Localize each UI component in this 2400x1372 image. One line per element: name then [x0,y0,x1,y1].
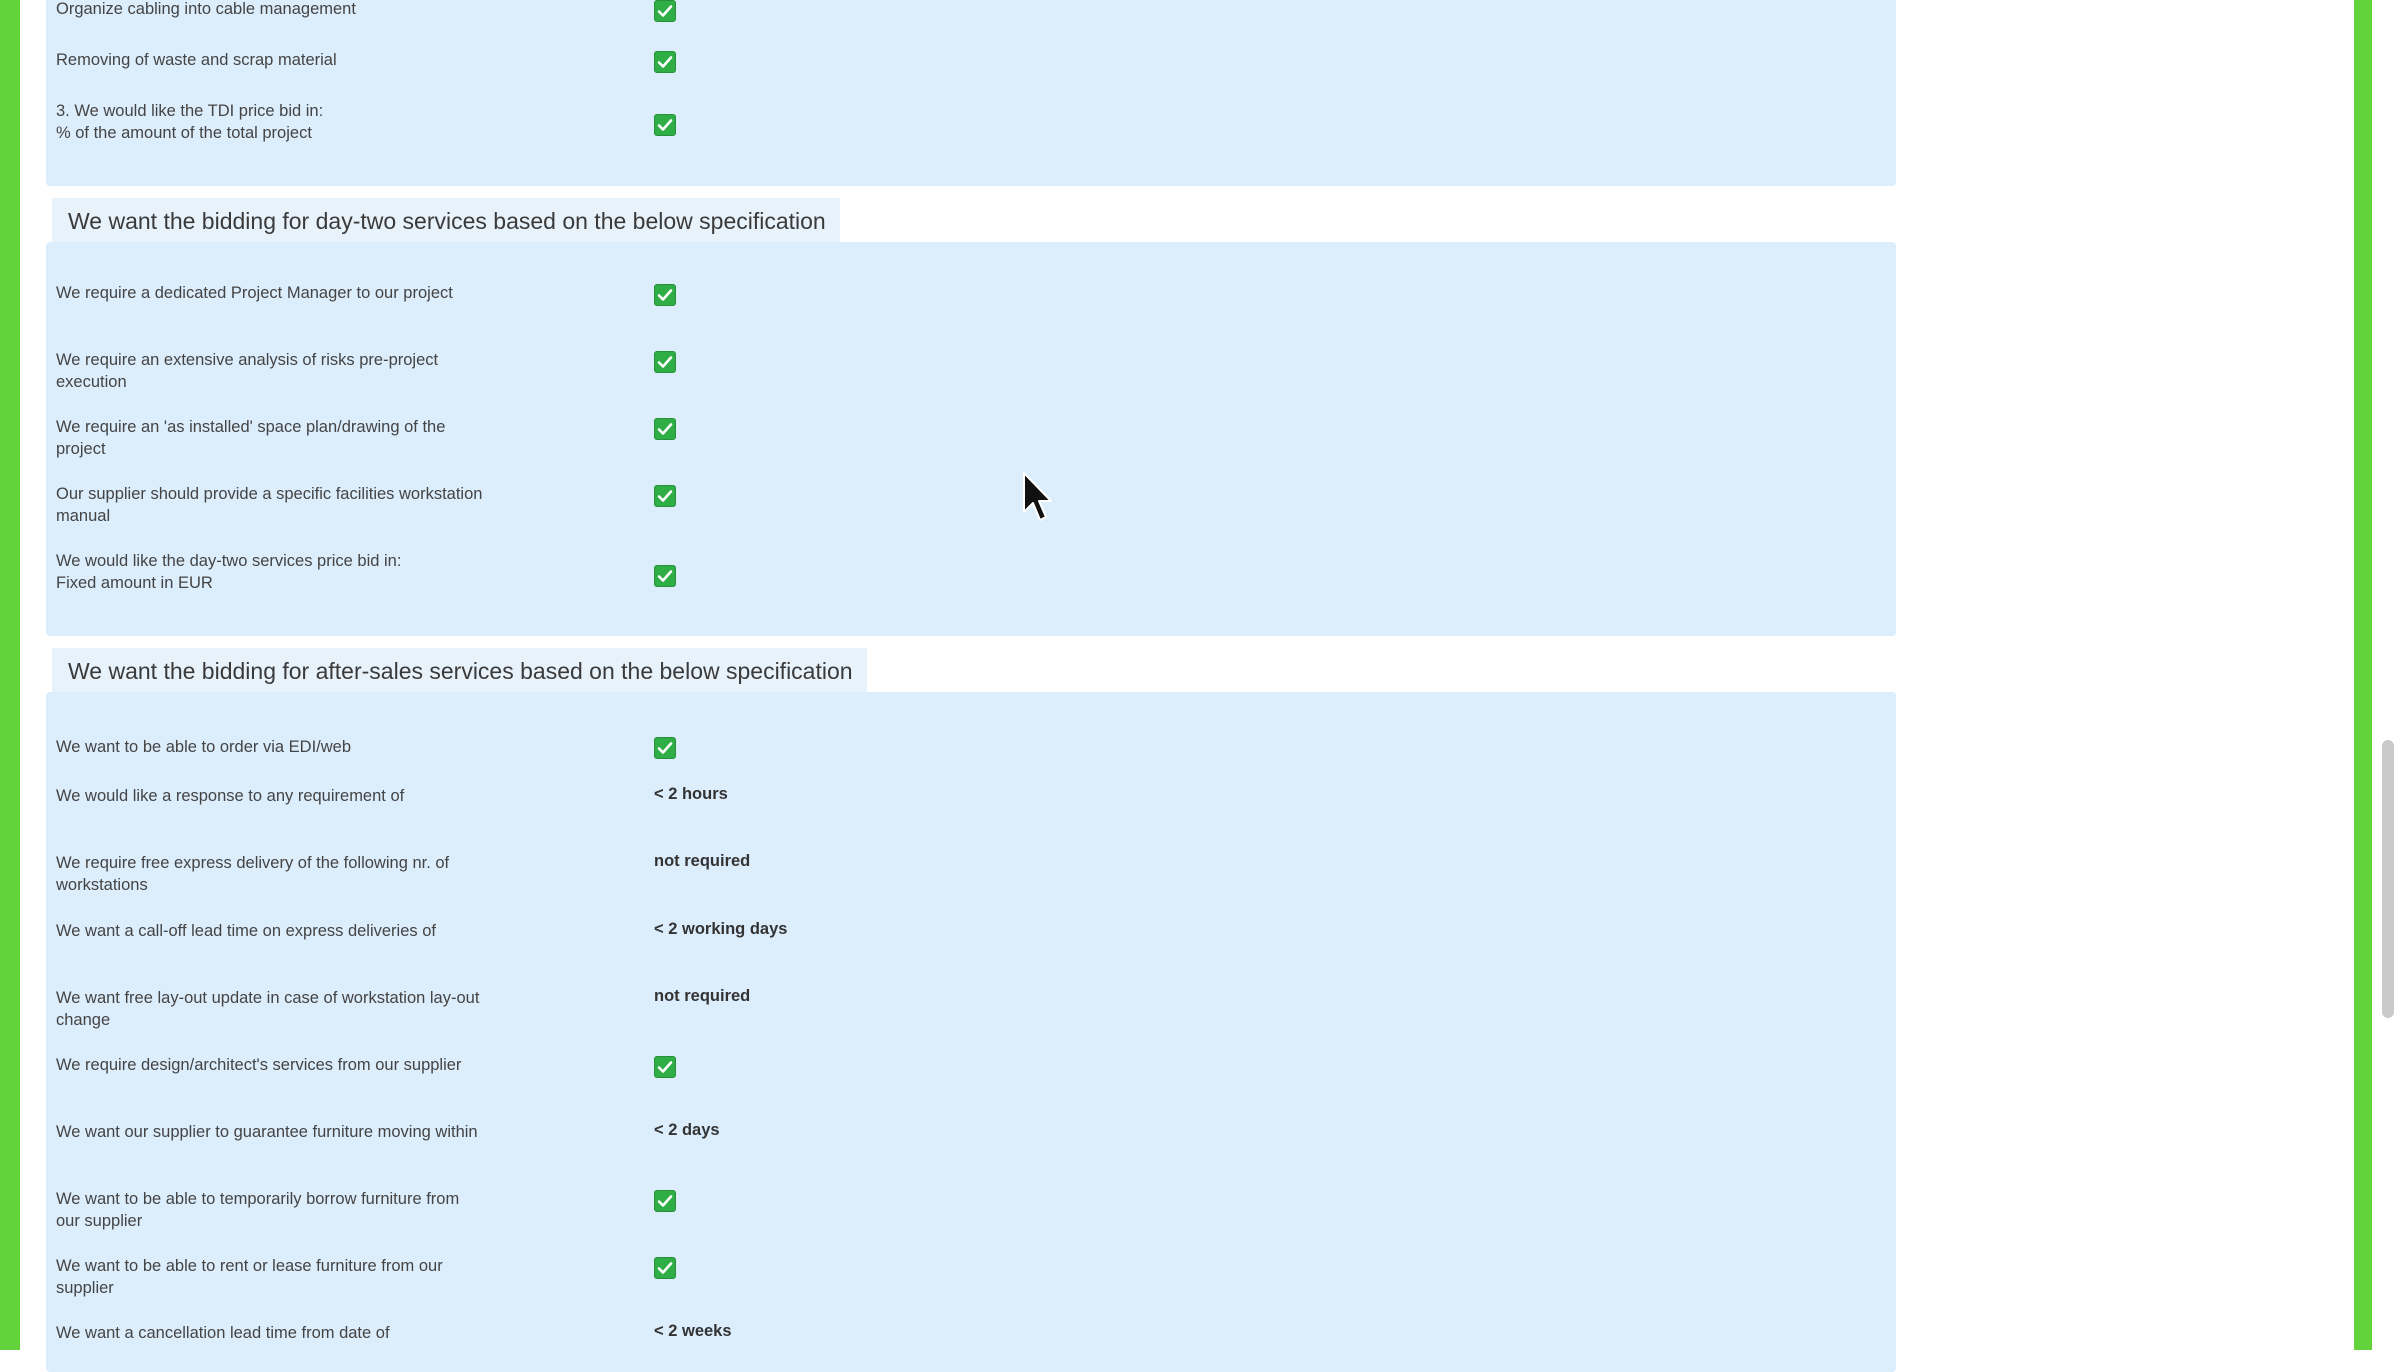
checkbox-checked[interactable] [654,565,676,587]
row-label: We would like the day-two services price… [56,552,402,592]
row-label: We want free lay-out update in case of w… [56,989,480,1029]
checkbox-checked[interactable] [654,485,676,507]
checkbox-checked[interactable] [654,1257,676,1279]
form-row: We want a cancellation lead time from da… [56,1322,1886,1368]
row-label: Removing of waste and scrap material [56,51,337,69]
checkmark-icon [657,56,673,68]
form-row: We would like a response to any requirem… [56,785,1886,831]
checkbox-checked[interactable] [654,1190,676,1212]
row-label: We require a dedicated Project Manager t… [56,284,453,302]
checkmark-icon [657,289,673,301]
row-label: We want to be able to temporarily borrow… [56,1190,460,1230]
row-label: We would like a response to any requirem… [56,787,405,805]
row-value: < 2 weeks [654,1322,732,1340]
row-label: We require free express delivery of the … [56,854,450,894]
mouse-cursor-icon [1023,472,1052,521]
checkbox-checked[interactable] [654,418,676,440]
checkmark-icon [657,119,673,131]
scrollbar-track[interactable] [2372,0,2400,1350]
form-row: 3. We would like the TDI price bid in: %… [56,100,1886,150]
row-label: We want to be able to order via EDI/web [56,738,352,756]
checkmark-icon [657,1061,673,1073]
section-title-after-sales: We want the bidding for after-sales serv… [52,648,867,694]
checkbox-checked[interactable] [654,114,676,136]
form-row: We want to be able to order via EDI/web [56,736,1886,762]
row-value: < 2 days [654,1121,720,1139]
row-value: < 2 working days [654,920,788,938]
tdi-panel: Organize cabling into cable management R… [46,0,1896,186]
checkmark-icon [657,1195,673,1207]
form-row: We want a call-off lead time on express … [56,920,1886,966]
checkmark-icon [657,5,673,17]
row-label: We want a cancellation lead time from da… [56,1324,390,1342]
row-label: We want a call-off lead time on express … [56,922,436,940]
form-row: We require free express delivery of the … [56,852,1886,898]
row-label: Our supplier should provide a specific f… [56,485,483,525]
form-row: Removing of waste and scrap material [56,50,1886,74]
row-label: We require an extensive analysis of risk… [56,351,439,391]
form-row: We want to be able to rent or lease furn… [56,1255,1886,1301]
checkmark-icon [657,742,673,754]
section-title-day-two: We want the bidding for day-two services… [52,198,840,244]
form-row: We require an extensive analysis of risk… [56,349,1886,395]
form-row: We require a dedicated Project Manager t… [56,282,1886,328]
form-row: Our supplier should provide a specific f… [56,483,1886,529]
window-frame-right [2354,0,2372,1350]
checkmark-icon [657,1262,673,1274]
after-sales-panel: We want to be able to order via EDI/web … [46,692,1896,1372]
checkmark-icon [657,490,673,502]
checkbox-checked[interactable] [654,351,676,373]
form-row: We want to be able to temporarily borrow… [56,1188,1886,1234]
checkmark-icon [657,570,673,582]
checkbox-checked[interactable] [654,284,676,306]
row-label: We want to be able to rent or lease furn… [56,1257,443,1297]
checkbox-checked[interactable] [654,0,676,22]
row-value: not required [654,987,751,1005]
form-row: We require an 'as installed' space plan/… [56,416,1886,462]
row-label: We want our supplier to guarantee furnit… [56,1123,478,1141]
day-two-panel: We require a dedicated Project Manager t… [46,242,1896,636]
checkmark-icon [657,356,673,368]
checkmark-icon [657,423,673,435]
row-label: We require design/architect's services f… [56,1056,462,1074]
row-label: Organize cabling into cable management [56,0,356,18]
checkbox-checked[interactable] [654,1056,676,1078]
row-value: not required [654,852,751,870]
row-label: We require an 'as installed' space plan/… [56,418,446,458]
form-row: Organize cabling into cable management [56,0,1886,24]
checkbox-checked[interactable] [654,737,676,759]
scrollbar-thumb[interactable] [2382,740,2394,1018]
form-row: We would like the day-two services price… [56,550,1886,600]
form-row: We want free lay-out update in case of w… [56,987,1886,1033]
window-frame-left [0,0,20,1350]
form-row: We require design/architect's services f… [56,1054,1886,1100]
row-value: < 2 hours [654,785,728,803]
row-label: 3. We would like the TDI price bid in: %… [56,102,324,142]
form-row: We want our supplier to guarantee furnit… [56,1121,1886,1167]
checkbox-checked[interactable] [654,51,676,73]
